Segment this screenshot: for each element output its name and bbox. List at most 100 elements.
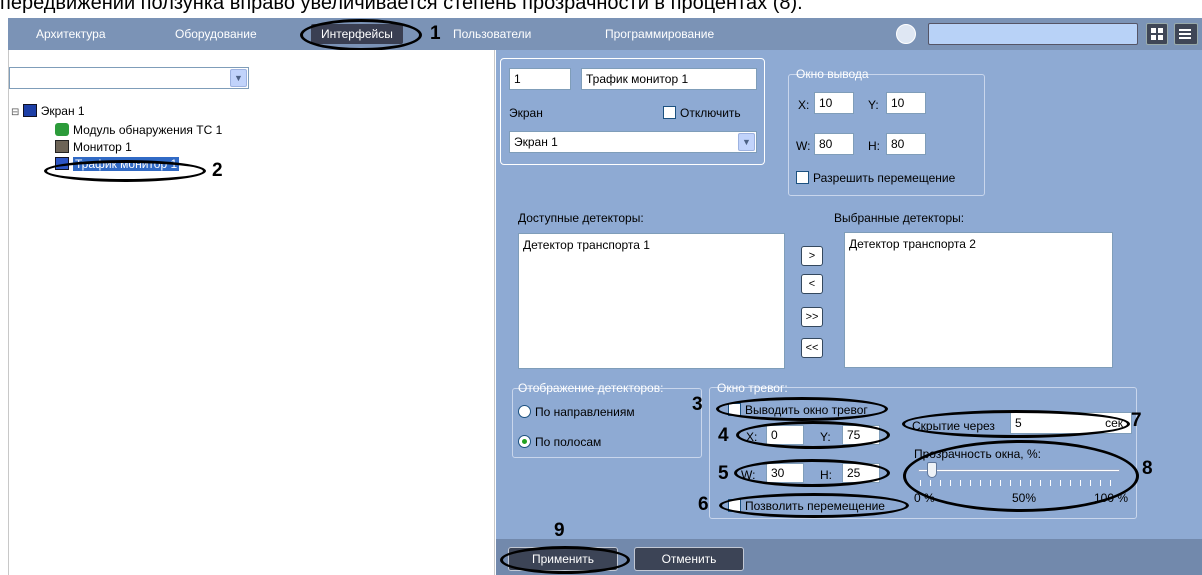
available-detectors-list[interactable]: Детектор транспорта 1 xyxy=(518,233,785,369)
hide-after-value: 5 xyxy=(1015,416,1022,430)
hide-after-label: Скрытие через xyxy=(912,419,995,433)
alarm-y-field[interactable]: 75 xyxy=(842,425,880,445)
tab-users[interactable]: Пользователи xyxy=(453,24,531,44)
hide-after-unit: сек xyxy=(1105,416,1123,430)
object-tree-panel: ▼ ⊟ Экран 1 Модуль обнаружения ТС 1 Мони… xyxy=(8,50,495,575)
search-input[interactable] xyxy=(928,23,1138,45)
alarm-x-label: X: xyxy=(746,430,758,444)
screen-select[interactable]: Экран 1 ▼ xyxy=(509,131,757,153)
screen-select-value: Экран 1 xyxy=(514,135,558,149)
out-x-label: X: xyxy=(798,98,810,112)
show-alarm-window-label: Выводить окно тревог xyxy=(745,403,868,417)
callout-4: 4 xyxy=(718,425,729,446)
selected-detectors-list[interactable]: Детектор транспорта 2 xyxy=(844,232,1113,368)
tree-item-detection-module[interactable]: Модуль обнаружения ТС 1 xyxy=(55,122,222,138)
checkbox-box[interactable] xyxy=(663,106,676,119)
apply-button[interactable]: Применить xyxy=(508,547,618,571)
screen-icon xyxy=(22,104,37,117)
callout-5: 5 xyxy=(718,463,729,484)
alarm-h-field[interactable]: 25 xyxy=(842,463,880,483)
alarm-h-label: H: xyxy=(820,468,832,482)
alarm-allow-move-checkbox[interactable]: Позволить перемещение xyxy=(728,498,885,514)
instruction-caption: передвижении ползунка вправо увеличивает… xyxy=(0,0,803,14)
show-alarm-window-checkbox[interactable]: Выводить окно тревог xyxy=(728,402,868,418)
tree-item-label: Экран 1 xyxy=(40,104,85,118)
traffic-monitor-icon xyxy=(55,157,69,170)
out-x-field[interactable]: 10 xyxy=(814,92,854,114)
disable-checkbox[interactable]: Отключить xyxy=(663,105,741,121)
output-window-title: Окно вывода xyxy=(796,67,869,81)
out-y-label: Y: xyxy=(868,98,879,112)
tab-interfaces[interactable]: Интерфейсы xyxy=(311,24,403,44)
remove-all-detectors-button[interactable]: << xyxy=(801,338,823,358)
radio-by-direction[interactable]: По направлениям xyxy=(518,404,635,420)
out-h-label: H: xyxy=(868,139,880,153)
out-w-label: W: xyxy=(796,139,811,153)
object-name-field[interactable]: Трафик монитор 1 xyxy=(581,68,757,90)
callout-8: 8 xyxy=(1142,458,1153,479)
chevron-down-icon[interactable]: ▼ xyxy=(738,133,755,151)
tab-equipment[interactable]: Оборудование xyxy=(175,24,257,44)
layout-grid-icon[interactable] xyxy=(1146,23,1168,45)
callout-6: 6 xyxy=(698,494,709,515)
collapse-icon[interactable]: ⊟ xyxy=(11,107,19,118)
tab-architecture[interactable]: Архитектура xyxy=(36,24,106,44)
checkbox-box[interactable] xyxy=(796,171,809,184)
alarm-w-label: W: xyxy=(741,468,756,482)
remove-detector-button[interactable]: < xyxy=(801,274,823,294)
opacity-slider-thumb[interactable] xyxy=(927,462,938,478)
allow-move-checkbox[interactable]: Разрешить перемещение xyxy=(796,170,955,186)
checkbox-box[interactable] xyxy=(728,499,741,512)
alarm-window-title: Окно тревог: xyxy=(717,381,788,395)
opacity-slider-ticks xyxy=(920,480,1120,486)
cancel-button[interactable]: Отменить xyxy=(634,547,744,571)
object-settings-panel: 1 Трафик монитор 1 Экран Отключить Экран… xyxy=(496,50,1202,575)
display-title: Отображение детекторов: xyxy=(518,381,664,395)
radio-button[interactable] xyxy=(518,405,531,418)
menu-icon[interactable] xyxy=(1174,23,1198,45)
callout-3: 3 xyxy=(692,394,703,415)
disable-label: Отключить xyxy=(680,106,741,120)
tab-programming[interactable]: Программирование xyxy=(605,24,714,44)
alarm-x-field[interactable]: 0 xyxy=(766,425,804,445)
add-detector-button[interactable]: > xyxy=(801,246,823,266)
tree-item-screen[interactable]: ⊟ Экран 1 xyxy=(11,103,85,121)
tree-item-traffic-monitor[interactable]: Трафик монитор 1 xyxy=(55,156,180,172)
list-item[interactable]: Детектор транспорта 2 xyxy=(849,237,1108,251)
screen-label: Экран xyxy=(509,106,543,120)
alarm-y-label: Y: xyxy=(820,430,831,444)
filter-select[interactable]: ▼ xyxy=(9,67,249,89)
out-h-field[interactable]: 80 xyxy=(886,133,926,155)
opacity-tick-0: 0 % xyxy=(914,491,935,505)
tree-item-label: Трафик монитор 1 xyxy=(73,157,180,171)
hide-after-field[interactable]: 5 сек xyxy=(1010,412,1132,434)
out-y-field[interactable]: 10 xyxy=(886,92,926,114)
add-all-detectors-button[interactable]: >> xyxy=(801,307,823,327)
radio-label: По полосам xyxy=(535,435,602,449)
tree-item-monitor[interactable]: Монитор 1 xyxy=(55,139,132,155)
out-w-field[interactable]: 80 xyxy=(814,133,854,155)
monitor-icon xyxy=(55,140,69,153)
available-detectors-label: Доступные детекторы: xyxy=(518,211,644,225)
callout-1: 1 xyxy=(430,23,441,44)
object-id-field[interactable]: 1 xyxy=(509,68,571,90)
list-item[interactable]: Детектор транспорта 1 xyxy=(523,238,780,252)
tree-item-label: Монитор 1 xyxy=(73,140,132,154)
alarm-allow-move-label: Позволить перемещение xyxy=(745,499,885,513)
opacity-label: Прозрачность окна, %: xyxy=(914,447,1041,461)
top-nav-bar: Архитектура Оборудование Интерфейсы Поль… xyxy=(8,18,1202,50)
car-detector-icon xyxy=(55,123,69,136)
settings-icon[interactable] xyxy=(896,24,916,44)
radio-by-lane[interactable]: По полосам xyxy=(518,434,601,450)
opacity-slider-track[interactable] xyxy=(918,469,1120,472)
object-header-group: 1 Трафик монитор 1 Экран Отключить Экран… xyxy=(500,58,765,165)
opacity-tick-50: 50% xyxy=(1012,491,1037,505)
chevron-down-icon[interactable]: ▼ xyxy=(230,69,247,87)
radio-button[interactable] xyxy=(518,435,531,448)
alarm-w-field[interactable]: 30 xyxy=(766,463,804,483)
callout-7: 7 xyxy=(1131,410,1142,431)
callout-2: 2 xyxy=(212,160,223,181)
tree-item-label: Модуль обнаружения ТС 1 xyxy=(73,123,223,137)
checkbox-box[interactable] xyxy=(728,403,741,416)
allow-move-label: Разрешить перемещение xyxy=(813,171,956,185)
